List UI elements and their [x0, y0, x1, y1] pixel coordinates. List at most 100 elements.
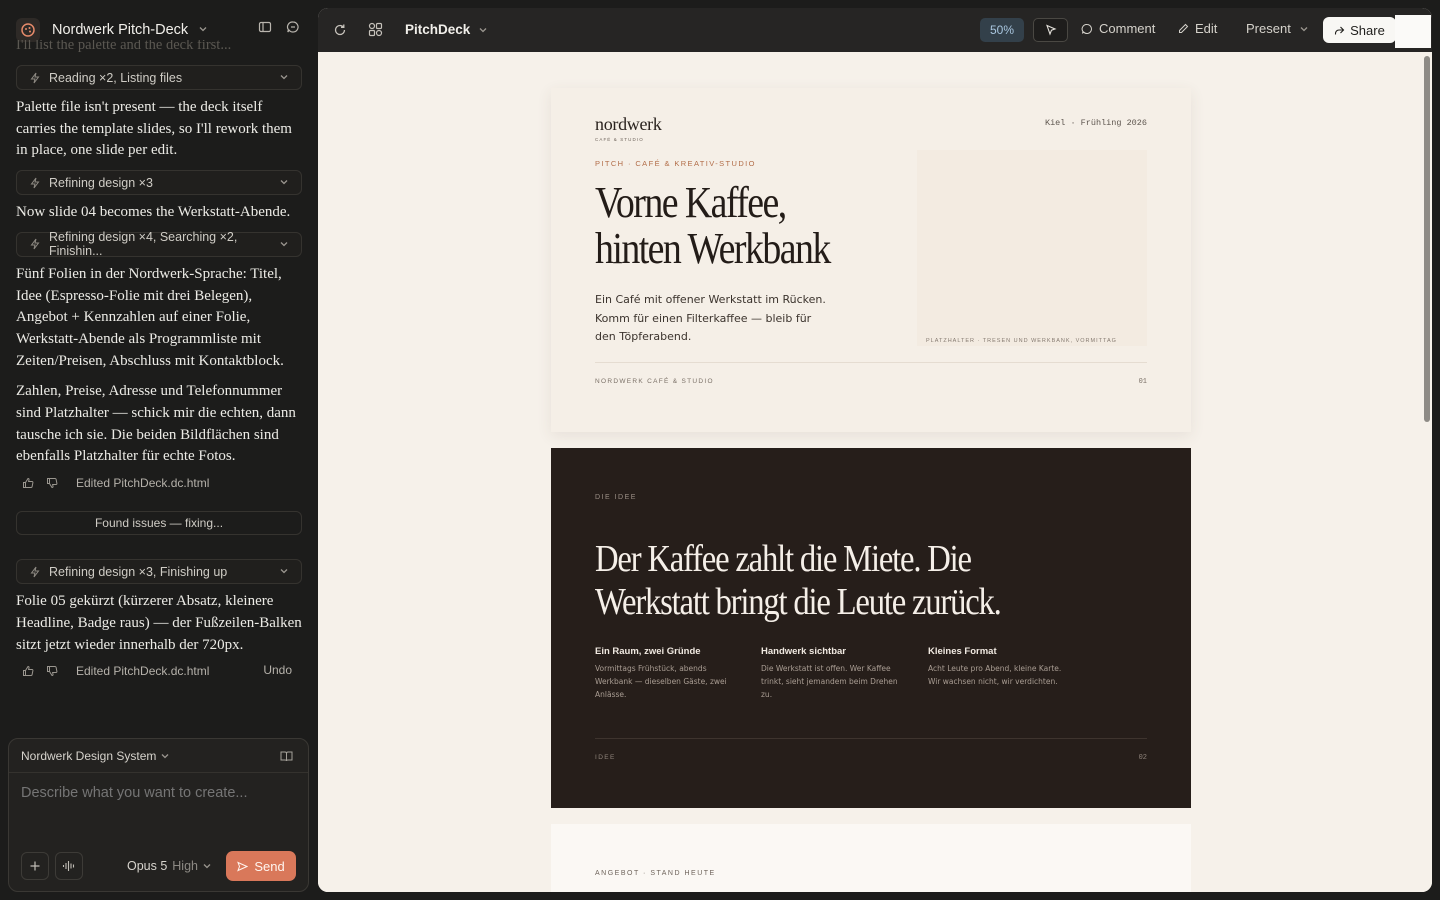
- slide-canvas[interactable]: nordwerk CAFÉ & STUDIO Kiel · Frühling 2…: [318, 52, 1432, 892]
- slide-kicker: PITCH · CAFÉ & KREATIV-STUDIO: [595, 159, 756, 168]
- image-placeholder: [917, 150, 1147, 346]
- refresh-icon[interactable]: [333, 23, 347, 37]
- slide-number: 01: [1138, 378, 1147, 386]
- slide-kicker: ANGEBOT · STAND HEUTE: [595, 870, 716, 877]
- column-title: Kleines Format: [928, 646, 997, 657]
- slide-03[interactable]: ANGEBOT · STAND HEUTE: [551, 824, 1191, 892]
- model-effort-level: High: [172, 859, 198, 873]
- editor-toolbar: PitchDeck 50% Comment Edit Present Share: [318, 8, 1432, 52]
- project-switcher[interactable]: Nordwerk Pitch-Deck: [52, 22, 208, 38]
- waveform-icon: [62, 861, 75, 871]
- plus-icon: [30, 861, 40, 871]
- slide-footer: NORDWERK CAFÉ & STUDIO: [595, 378, 714, 385]
- chevron-down-icon: [198, 22, 208, 38]
- column-text: Die Werkstatt ist offen. Wer Kaffee trin…: [761, 664, 898, 700]
- project-logo-icon[interactable]: [16, 18, 40, 42]
- tool-call-refining[interactable]: Refining design ×3: [16, 170, 302, 196]
- edited-file-link[interactable]: Edited PitchDeck.dc.html: [76, 476, 209, 490]
- message-actions: Edited PitchDeck.dc.html Undo: [16, 663, 302, 679]
- assistant-message: Zahlen, Preise, Adresse und Telefonnumme…: [16, 383, 296, 465]
- brand-wordmark: nordwerk: [595, 114, 662, 134]
- slide-kicker: DIE IDEE: [595, 494, 637, 501]
- headline-line: Werkstatt bringt die Leute zurück.: [595, 581, 1002, 623]
- present-label: Present: [1246, 21, 1291, 36]
- share-button[interactable]: Share: [1323, 17, 1396, 43]
- location-date: Kiel · Frühling 2026: [1044, 118, 1147, 128]
- tool-call-reading[interactable]: Reading ×2, Listing files: [16, 65, 302, 90]
- send-button[interactable]: Send: [226, 851, 296, 881]
- composer: Nordwerk Design System Opus 5 High: [8, 738, 309, 892]
- assistant-message: Fünf Folien in der Nordwerk-Sprache: Tit…: [16, 265, 284, 369]
- new-chat-icon[interactable]: [286, 20, 300, 34]
- select-tool-button[interactable]: [1033, 18, 1068, 42]
- chevron-down-icon: [1300, 26, 1308, 31]
- thumbs-down-icon[interactable]: [46, 477, 58, 489]
- assistant-message: Palette file isn't present — the deck it…: [16, 99, 292, 159]
- sidebar-toggle-icon[interactable]: [258, 20, 272, 34]
- add-attachment-button[interactable]: [21, 852, 49, 880]
- idea-column: Handwerk sichtbar Die Werkstatt ist offe…: [761, 646, 901, 702]
- share-label: Share: [1350, 22, 1385, 38]
- thumbs-up-icon[interactable]: [22, 477, 34, 489]
- faded-message: I'll list the palette and the deck first…: [16, 40, 232, 52]
- cursor-icon: [1045, 24, 1057, 36]
- voice-input-button[interactable]: [55, 852, 83, 880]
- model-selector[interactable]: Opus 5 High: [127, 859, 212, 873]
- edit-label: Edit: [1195, 21, 1218, 36]
- editor-main: PitchDeck 50% Comment Edit Present Share…: [318, 8, 1432, 892]
- slide-headline: Vorne Kaffee, hinten Werkbank: [595, 180, 879, 272]
- slide-body-text: Ein Café mit offener Werkstatt im Rücken…: [595, 293, 826, 343]
- vertical-scrollbar[interactable]: [1424, 56, 1430, 422]
- chevron-down-icon: [478, 25, 488, 35]
- design-system-label: Nordwerk Design System: [21, 748, 157, 763]
- undo-button[interactable]: Undo: [263, 663, 292, 677]
- comment-label: Comment: [1099, 21, 1156, 36]
- slide-footer: IDEE: [595, 754, 616, 761]
- tool-call-refining-searching[interactable]: Refining design ×4, Searching ×2, Finish…: [16, 230, 302, 258]
- document-switcher[interactable]: PitchDeck: [405, 22, 488, 37]
- edited-file-link[interactable]: Edited PitchDeck.dc.html: [76, 664, 209, 678]
- prompt-input[interactable]: [21, 785, 291, 801]
- chevron-down-icon: [279, 177, 289, 187]
- components-icon[interactable]: [368, 22, 383, 37]
- bolt-icon: [29, 238, 41, 250]
- chevron-down-icon: [279, 72, 289, 82]
- zoom-level[interactable]: 50%: [980, 18, 1024, 42]
- slide-02[interactable]: DIE IDEE Der Kaffee zahlt die Miete. Die…: [551, 448, 1191, 808]
- thumbs-up-icon[interactable]: [22, 665, 34, 677]
- book-icon[interactable]: [280, 750, 293, 765]
- comment-button[interactable]: Comment: [1081, 21, 1155, 36]
- document-title: PitchDeck: [405, 22, 471, 37]
- tool-call-label: Refining design ×3, Finishing up: [49, 564, 228, 579]
- headline-line: Vorne Kaffee,: [595, 178, 787, 227]
- idea-column: Ein Raum, zwei Gründe Vormittags Frühstü…: [595, 646, 735, 702]
- tool-call-finishing[interactable]: Refining design ×3, Finishing up: [16, 559, 302, 585]
- bolt-icon: [29, 566, 41, 578]
- comment-icon: [1081, 23, 1092, 34]
- status-found-issues: Found issues — fixing...: [16, 511, 302, 536]
- edit-button[interactable]: Edit: [1178, 21, 1217, 36]
- idea-column: Kleines Format Acht Leute pro Abend, kle…: [928, 646, 1068, 688]
- column-text: Vormittags Frühstück, abends Werkbank — …: [595, 664, 727, 700]
- tool-call-label: Refining design ×3: [49, 175, 153, 190]
- assistant-message: Now slide 04 becomes the Werkstatt-Abend…: [16, 204, 291, 221]
- thumbs-down-icon[interactable]: [46, 665, 58, 677]
- send-icon: [237, 861, 249, 871]
- design-system-selector[interactable]: Nordwerk Design System: [9, 739, 308, 773]
- tool-call-label: Reading ×2, Listing files: [49, 70, 183, 85]
- brand-subline: CAFÉ & STUDIO: [595, 137, 644, 142]
- assistant-message: Folie 05 gekürzt (kürzerer Absatz, klein…: [16, 593, 302, 653]
- bolt-icon: [29, 177, 41, 189]
- slide-headline: Der Kaffee zahlt die Miete. Die Werkstat…: [595, 538, 1002, 624]
- pencil-icon: [1179, 23, 1189, 33]
- app-window: Nordwerk Pitch-Deck I'll list the palett…: [0, 0, 1440, 900]
- share-icon: [1335, 26, 1345, 34]
- slide-01[interactable]: nordwerk CAFÉ & STUDIO Kiel · Frühling 2…: [551, 88, 1191, 432]
- present-button[interactable]: Present: [1246, 21, 1309, 36]
- slide-number: 02: [1138, 754, 1147, 762]
- headline-line: Der Kaffee zahlt die Miete. Die: [595, 538, 972, 580]
- divider: [595, 738, 1147, 739]
- chat-sidebar: Nordwerk Pitch-Deck I'll list the palett…: [0, 0, 318, 900]
- message-actions: Edited PitchDeck.dc.html: [16, 475, 302, 491]
- send-label: Send: [254, 858, 285, 874]
